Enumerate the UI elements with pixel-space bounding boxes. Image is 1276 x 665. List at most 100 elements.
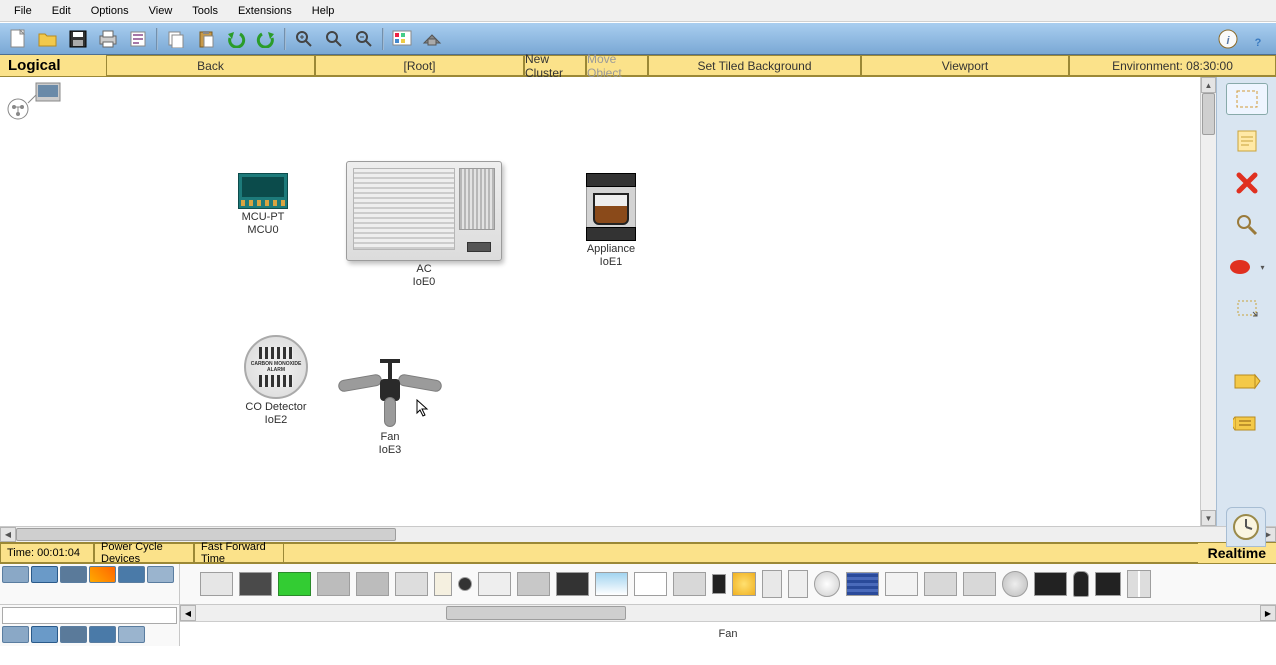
scroll-down-arrow-icon[interactable]: ▼ bbox=[1201, 510, 1216, 526]
scroll-left-arrow-icon[interactable]: ◀ bbox=[0, 527, 16, 542]
category-components-icon[interactable] bbox=[60, 566, 87, 583]
device-type-icon[interactable] bbox=[732, 572, 756, 596]
subcategory-icon[interactable] bbox=[2, 626, 29, 643]
device-ac[interactable]: ACIoE0 bbox=[346, 161, 502, 289]
horizontal-scrollbar[interactable]: ◀ ▶ bbox=[0, 526, 1276, 542]
menu-options[interactable]: Options bbox=[81, 2, 139, 20]
device-type-icon[interactable] bbox=[814, 571, 840, 597]
resize-tool-button[interactable] bbox=[1226, 293, 1268, 325]
device-type-icon[interactable] bbox=[1095, 572, 1121, 596]
new-cluster-button[interactable]: New Cluster bbox=[524, 55, 586, 76]
delete-tool-button[interactable] bbox=[1226, 167, 1268, 199]
device-category-selector[interactable] bbox=[0, 564, 180, 604]
save-button[interactable] bbox=[64, 26, 92, 52]
device-type-icon[interactable] bbox=[200, 572, 233, 596]
scroll-left-arrow-icon[interactable]: ◀ bbox=[180, 605, 196, 621]
copy-button[interactable] bbox=[162, 26, 190, 52]
device-type-icon[interactable] bbox=[673, 572, 706, 596]
device-type-icon[interactable] bbox=[317, 572, 350, 596]
zoom-reset-button[interactable] bbox=[320, 26, 348, 52]
device-appliance[interactable]: ApplianceIoE1 bbox=[586, 173, 636, 269]
back-button[interactable]: Back bbox=[106, 55, 315, 76]
zoom-in-button[interactable] bbox=[290, 26, 318, 52]
subcategory-industrial-icon[interactable] bbox=[89, 626, 116, 643]
custom-device-button[interactable] bbox=[418, 26, 446, 52]
device-type-icon[interactable] bbox=[924, 572, 957, 596]
complex-pdu-button[interactable] bbox=[1226, 407, 1268, 439]
vertical-scrollbar[interactable]: ▲ ▼ bbox=[1200, 77, 1216, 526]
simple-pdu-button[interactable] bbox=[1226, 365, 1268, 397]
device-mcu[interactable]: MCU-PTMCU0 bbox=[238, 173, 288, 237]
select-tool-button[interactable] bbox=[1226, 83, 1268, 115]
menu-file[interactable]: File bbox=[4, 2, 42, 20]
info-button[interactable]: i bbox=[1214, 26, 1242, 52]
category-multiuser-icon[interactable] bbox=[147, 566, 174, 583]
device-type-icon[interactable] bbox=[395, 572, 428, 596]
device-type-icon[interactable] bbox=[963, 572, 996, 596]
device-type-icon[interactable] bbox=[478, 572, 511, 596]
category-misc-icon[interactable] bbox=[118, 566, 145, 583]
palette-scrollbar[interactable]: ◀ ▶ bbox=[180, 605, 1276, 621]
device-type-icon[interactable] bbox=[434, 572, 452, 596]
fast-forward-button[interactable]: Fast Forward Time bbox=[194, 543, 284, 563]
device-type-icon[interactable] bbox=[712, 574, 726, 594]
device-type-icon[interactable] bbox=[1073, 571, 1089, 597]
menu-edit[interactable]: Edit bbox=[42, 2, 81, 20]
device-type-icon[interactable] bbox=[556, 572, 589, 596]
scroll-thumb[interactable] bbox=[1202, 93, 1215, 135]
device-type-icon[interactable] bbox=[788, 570, 808, 598]
scroll-thumb[interactable] bbox=[446, 606, 626, 620]
device-type-icon[interactable] bbox=[1034, 572, 1067, 596]
device-strip[interactable] bbox=[180, 564, 1276, 604]
device-type-icon[interactable] bbox=[239, 572, 272, 596]
move-object-button[interactable]: Move Object bbox=[586, 55, 648, 76]
draw-ellipse-button[interactable]: ▾ bbox=[1226, 251, 1268, 283]
help-button[interactable]: ? bbox=[1244, 26, 1272, 52]
scroll-up-arrow-icon[interactable]: ▲ bbox=[1201, 77, 1216, 93]
menu-help[interactable]: Help bbox=[302, 2, 345, 20]
new-file-button[interactable] bbox=[4, 26, 32, 52]
menu-extensions[interactable]: Extensions bbox=[228, 2, 302, 20]
device-type-icon[interactable] bbox=[356, 572, 389, 596]
device-label: ACIoE0 bbox=[346, 263, 502, 289]
inspect-tool-button[interactable] bbox=[1226, 209, 1268, 241]
device-type-icon[interactable] bbox=[885, 572, 918, 596]
set-tiled-background-button[interactable]: Set Tiled Background bbox=[648, 55, 861, 76]
paste-button[interactable] bbox=[192, 26, 220, 52]
device-type-icon[interactable] bbox=[595, 572, 628, 596]
device-type-icon[interactable] bbox=[278, 572, 311, 596]
device-co-detector[interactable]: CARBON MONOXIDE ALARM CO DetectorIoE2 bbox=[244, 335, 308, 427]
undo-button[interactable] bbox=[222, 26, 250, 52]
category-connections-icon[interactable] bbox=[89, 566, 116, 583]
device-type-icon[interactable] bbox=[634, 572, 667, 596]
redo-button[interactable] bbox=[252, 26, 280, 52]
viewport-button[interactable]: Viewport bbox=[861, 55, 1069, 76]
menu-tools[interactable]: Tools bbox=[182, 2, 228, 20]
subcategory-city-icon[interactable] bbox=[60, 626, 87, 643]
device-type-icon[interactable] bbox=[458, 577, 472, 591]
print-button[interactable] bbox=[94, 26, 122, 52]
power-cycle-button[interactable]: Power Cycle Devices bbox=[94, 543, 194, 563]
menu-view[interactable]: View bbox=[139, 2, 183, 20]
device-type-icon[interactable] bbox=[517, 572, 550, 596]
zoom-out-button[interactable] bbox=[350, 26, 378, 52]
device-type-icon[interactable] bbox=[1002, 571, 1028, 597]
device-type-icon[interactable] bbox=[762, 570, 782, 598]
category-end-devices-icon[interactable] bbox=[31, 566, 58, 583]
device-type-icon[interactable] bbox=[1127, 570, 1151, 598]
device-type-icon[interactable] bbox=[846, 572, 879, 596]
logical-canvas[interactable]: MCU-PTMCU0 ACIoE0 ApplianceIoE1 CARBON M… bbox=[0, 77, 1200, 526]
subcategory-home-icon[interactable] bbox=[31, 626, 58, 643]
scroll-thumb[interactable] bbox=[16, 528, 396, 541]
place-note-button[interactable] bbox=[1226, 125, 1268, 157]
open-file-button[interactable] bbox=[34, 26, 62, 52]
ac-icon bbox=[346, 161, 502, 261]
subcategory-powergrid-icon[interactable] bbox=[118, 626, 145, 643]
scroll-right-arrow-icon[interactable]: ▶ bbox=[1260, 605, 1276, 621]
palette-button[interactable] bbox=[388, 26, 416, 52]
category-network-icon[interactable] bbox=[2, 566, 29, 583]
device-search-input[interactable] bbox=[2, 607, 177, 624]
root-breadcrumb[interactable]: [Root] bbox=[315, 55, 524, 76]
cluster-navigator-icon[interactable] bbox=[6, 81, 54, 121]
activity-wizard-button[interactable] bbox=[124, 26, 152, 52]
